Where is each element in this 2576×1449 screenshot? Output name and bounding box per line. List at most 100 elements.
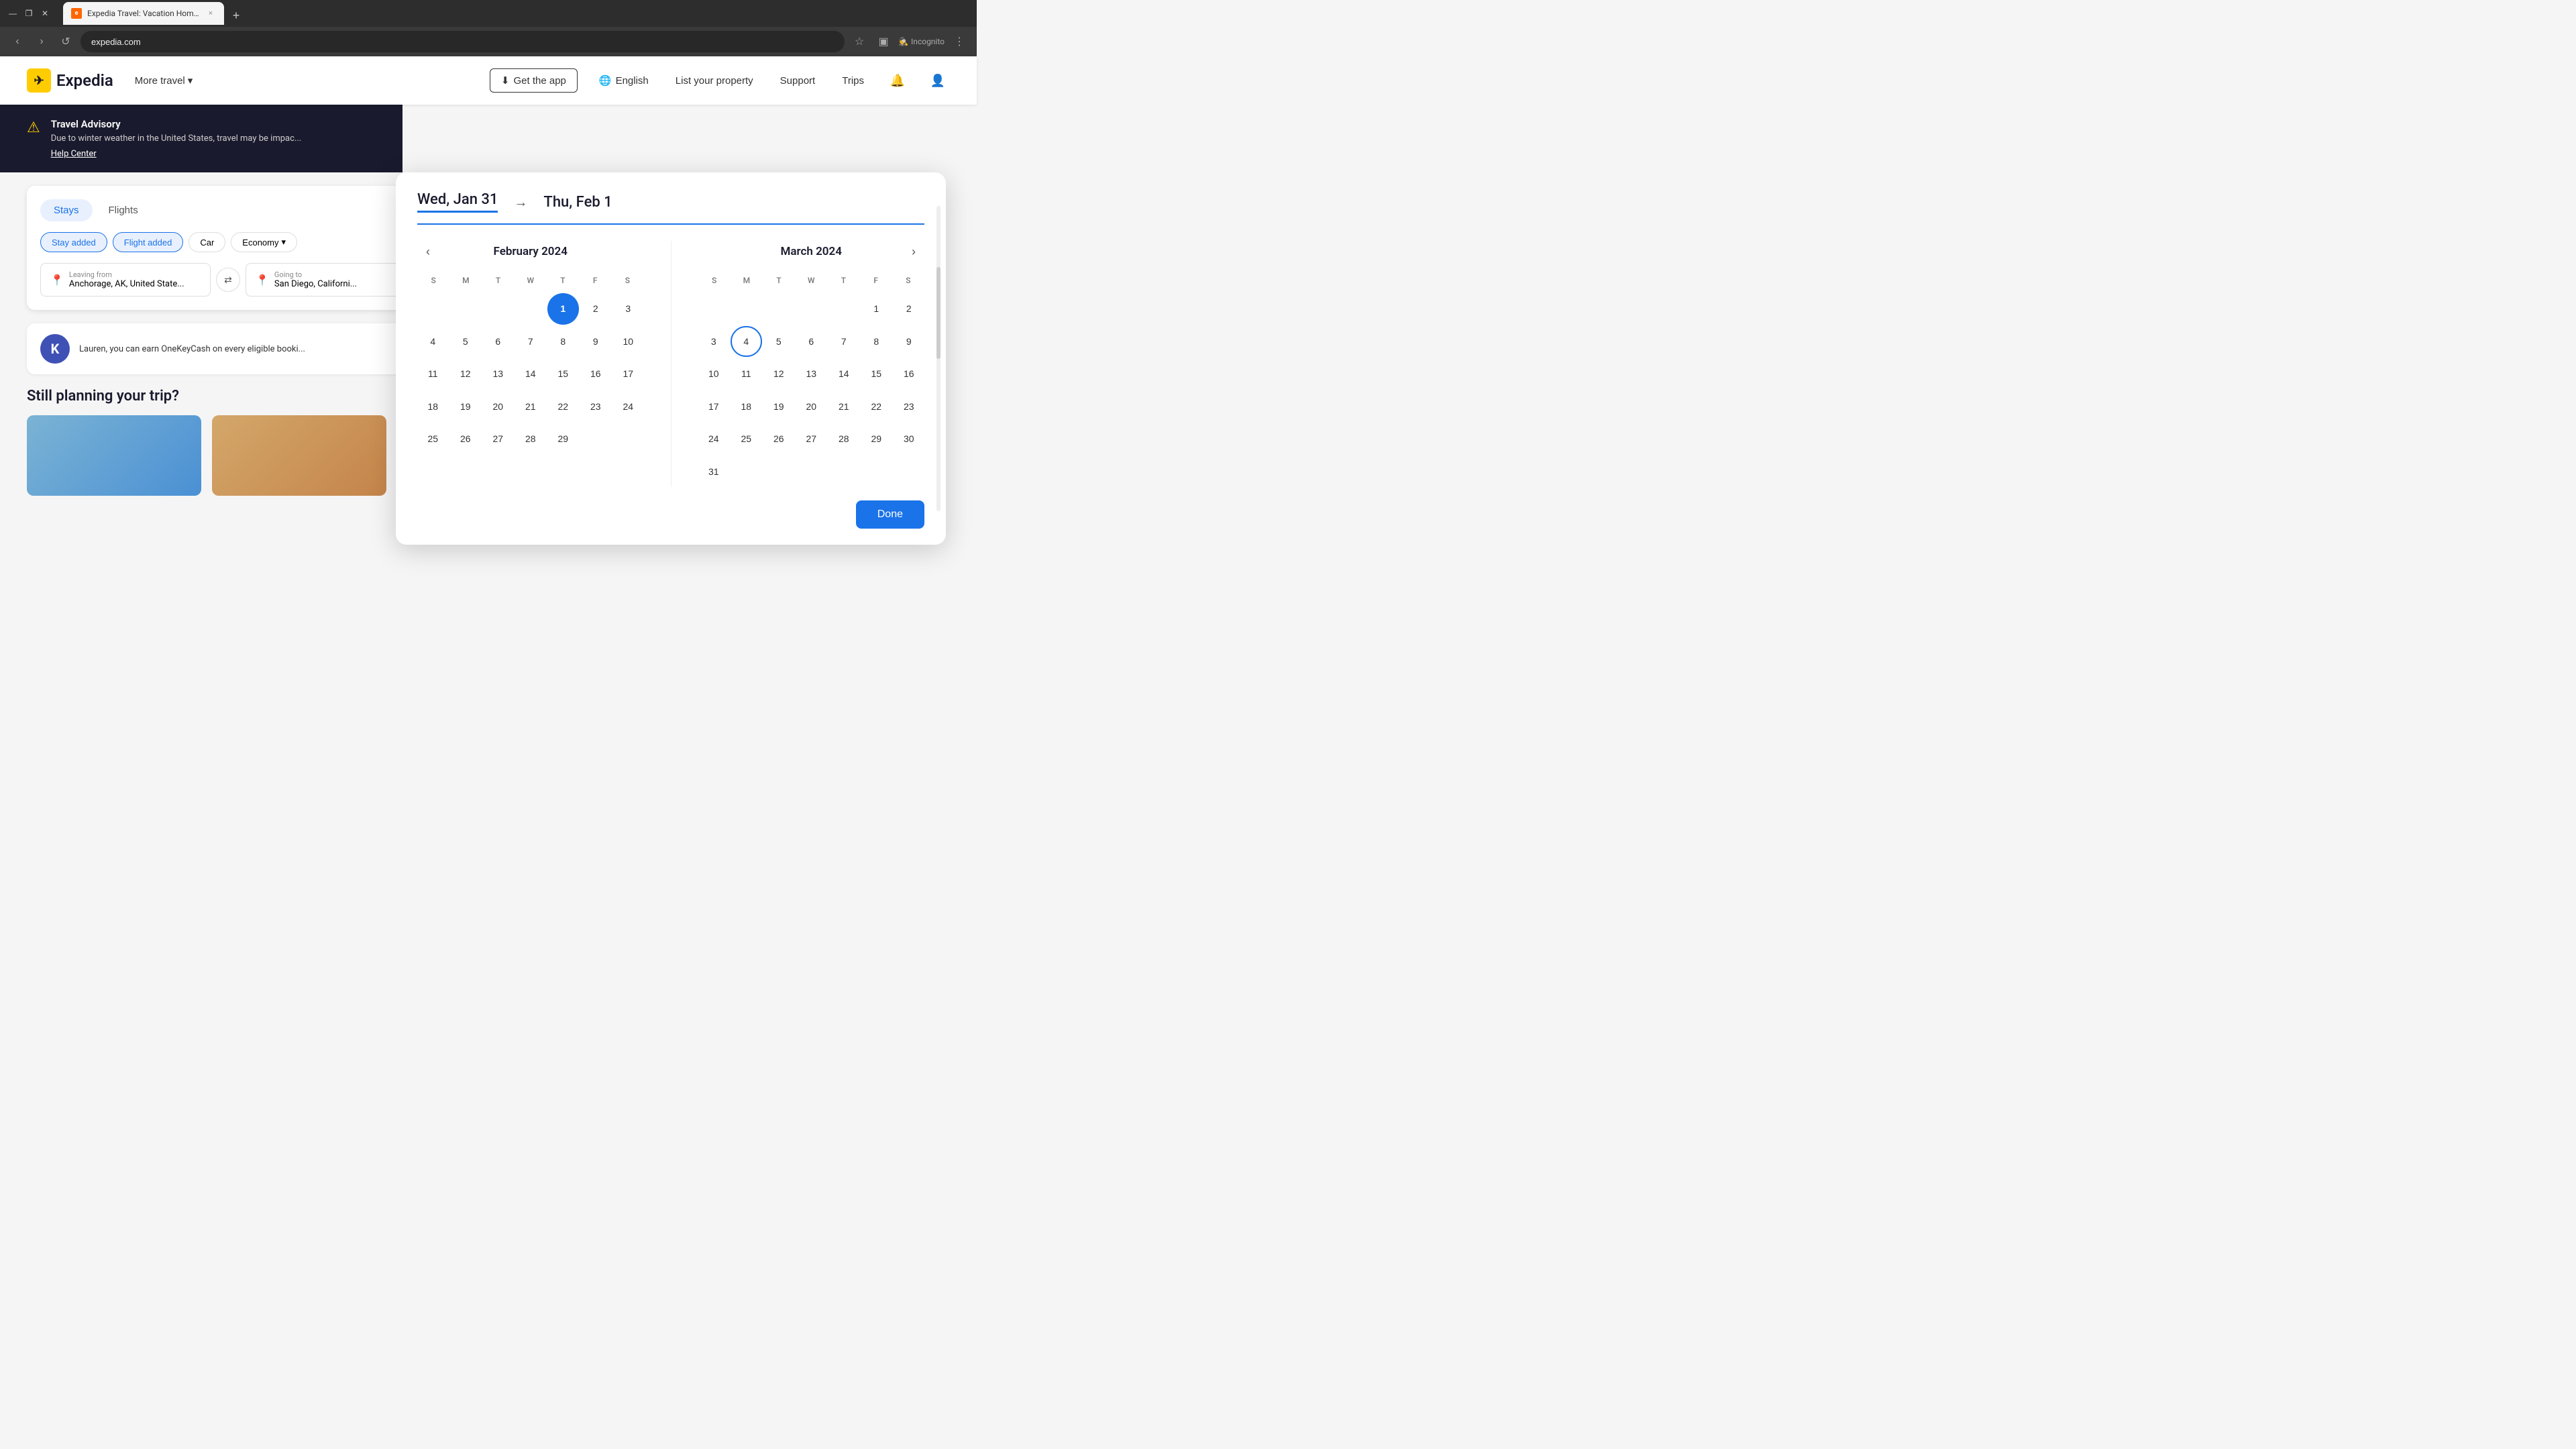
minimize-button[interactable]: — — [7, 7, 19, 19]
mar-day-21[interactable]: 21 — [828, 391, 860, 423]
mar-day-3[interactable]: 3 — [698, 326, 730, 358]
extensions-button[interactable]: ▣ — [874, 32, 893, 51]
mar-day-10[interactable]: 10 — [698, 358, 730, 390]
mar-day-12[interactable]: 12 — [763, 358, 795, 390]
mar-day-24[interactable]: 24 — [698, 423, 730, 455]
mar-day-19[interactable]: 19 — [763, 391, 795, 423]
mar-day-2[interactable]: 2 — [894, 293, 925, 325]
feb-day-28[interactable]: 28 — [515, 423, 547, 455]
filter-economy[interactable]: Economy ▾ — [231, 232, 297, 252]
feb-day-10[interactable]: 10 — [612, 326, 644, 358]
feb-day-29[interactable]: 29 — [547, 423, 579, 455]
mar-day-9[interactable]: 9 — [894, 326, 925, 358]
mar-day-17[interactable]: 17 — [698, 391, 730, 423]
forward-button[interactable]: › — [32, 32, 51, 51]
feb-day-22[interactable]: 22 — [547, 391, 579, 423]
feb-day-15[interactable]: 15 — [547, 358, 579, 390]
calendar-scrollbar[interactable] — [936, 206, 941, 511]
feb-day-1[interactable]: 1 — [547, 293, 579, 325]
mar-day-13[interactable]: 13 — [796, 358, 827, 390]
active-tab[interactable]: e Expedia Travel: Vacation Home... × — [63, 2, 224, 25]
filter-car[interactable]: Car — [189, 232, 225, 252]
prev-month-button[interactable]: ‹ — [417, 241, 439, 262]
support-button[interactable]: Support — [775, 71, 821, 91]
refresh-button[interactable]: ↺ — [56, 32, 75, 51]
user-account-button[interactable]: 👤 — [926, 68, 950, 93]
feb-day-6[interactable]: 6 — [482, 326, 514, 358]
tab-flights[interactable]: Flights — [95, 199, 152, 221]
feb-day-25[interactable]: 25 — [417, 423, 449, 455]
mar-day-1[interactable]: 1 — [861, 293, 892, 325]
mar-day-31[interactable]: 31 — [698, 456, 730, 488]
mar-day-4[interactable]: 4 — [731, 326, 762, 358]
close-button[interactable]: ✕ — [39, 7, 51, 19]
mar-day-29[interactable]: 29 — [861, 423, 892, 455]
more-travel-button[interactable]: More travel ▾ — [127, 69, 201, 92]
feb-day-21[interactable]: 21 — [515, 391, 547, 423]
list-property-button[interactable]: List your property — [670, 71, 759, 91]
menu-button[interactable]: ⋮ — [950, 32, 969, 51]
feb-day-26[interactable]: 26 — [450, 423, 482, 455]
mar-day-22[interactable]: 22 — [861, 391, 892, 423]
destination-card-1[interactable] — [27, 415, 201, 496]
destination-card-2[interactable] — [212, 415, 386, 496]
feb-day-20[interactable]: 20 — [482, 391, 514, 423]
next-month-button[interactable]: › — [903, 241, 924, 262]
help-center-link[interactable]: Help Center — [51, 149, 301, 159]
feb-day-12[interactable]: 12 — [450, 358, 482, 390]
restore-button[interactable]: ❐ — [23, 7, 35, 19]
language-button[interactable]: 🌐 English — [594, 70, 654, 91]
logo-area[interactable]: ✈ Expedia — [27, 68, 113, 93]
mar-day-8[interactable]: 8 — [861, 326, 892, 358]
feb-day-5[interactable]: 5 — [450, 326, 482, 358]
mar-day-11[interactable]: 11 — [731, 358, 762, 390]
feb-day-11[interactable]: 11 — [417, 358, 449, 390]
feb-day-18[interactable]: 18 — [417, 391, 449, 423]
mar-day-7[interactable]: 7 — [828, 326, 860, 358]
mar-day-28[interactable]: 28 — [828, 423, 860, 455]
mar-day-16[interactable]: 16 — [894, 358, 925, 390]
feb-day-27[interactable]: 27 — [482, 423, 514, 455]
swap-locations-button[interactable]: ⇄ — [216, 268, 240, 292]
trips-button[interactable]: Trips — [837, 71, 869, 91]
feb-day-23[interactable]: 23 — [580, 391, 612, 423]
mar-day-5[interactable]: 5 — [763, 326, 795, 358]
mar-day-18[interactable]: 18 — [731, 391, 762, 423]
feb-day-19[interactable]: 19 — [450, 391, 482, 423]
going-to-input[interactable]: 📍 Going to San Diego, Californi... — [246, 263, 416, 297]
leaving-from-input[interactable]: 📍 Leaving from Anchorage, AK, United Sta… — [40, 263, 211, 297]
feb-day-2[interactable]: 2 — [580, 293, 612, 325]
mar-day-6[interactable]: 6 — [796, 326, 827, 358]
bookmark-button[interactable]: ☆ — [850, 32, 869, 51]
feb-day-3[interactable]: 3 — [612, 293, 644, 325]
get-app-button[interactable]: ⬇ Get the app — [490, 68, 578, 93]
mar-day-15[interactable]: 15 — [861, 358, 892, 390]
tab-close-button[interactable]: × — [205, 8, 216, 19]
mar-day-20[interactable]: 20 — [796, 391, 827, 423]
feb-day-17[interactable]: 17 — [612, 358, 644, 390]
address-bar[interactable] — [80, 31, 845, 52]
mar-day-14[interactable]: 14 — [828, 358, 860, 390]
checkin-date[interactable]: Wed, Jan 31 — [417, 191, 498, 213]
mar-day-26[interactable]: 26 — [763, 423, 795, 455]
feb-day-4[interactable]: 4 — [417, 326, 449, 358]
feb-day-9[interactable]: 9 — [580, 326, 612, 358]
new-tab-button[interactable]: + — [227, 6, 246, 25]
feb-day-13[interactable]: 13 — [482, 358, 514, 390]
filter-flight-added[interactable]: Flight added — [113, 232, 184, 252]
feb-day-16[interactable]: 16 — [580, 358, 612, 390]
back-button[interactable]: ‹ — [8, 32, 27, 51]
feb-day-8[interactable]: 8 — [547, 326, 579, 358]
checkout-date[interactable]: Thu, Feb 1 — [543, 194, 612, 211]
mar-day-25[interactable]: 25 — [731, 423, 762, 455]
done-button[interactable]: Done — [856, 500, 924, 529]
feb-day-7[interactable]: 7 — [515, 326, 547, 358]
feb-day-24[interactable]: 24 — [612, 391, 644, 423]
feb-day-14[interactable]: 14 — [515, 358, 547, 390]
notifications-button[interactable]: 🔔 — [885, 68, 910, 93]
mar-day-27[interactable]: 27 — [796, 423, 827, 455]
mar-day-23[interactable]: 23 — [894, 391, 925, 423]
filter-stay-added[interactable]: Stay added — [40, 232, 107, 252]
mar-day-30[interactable]: 30 — [894, 423, 925, 455]
tab-stays[interactable]: Stays — [40, 199, 93, 221]
